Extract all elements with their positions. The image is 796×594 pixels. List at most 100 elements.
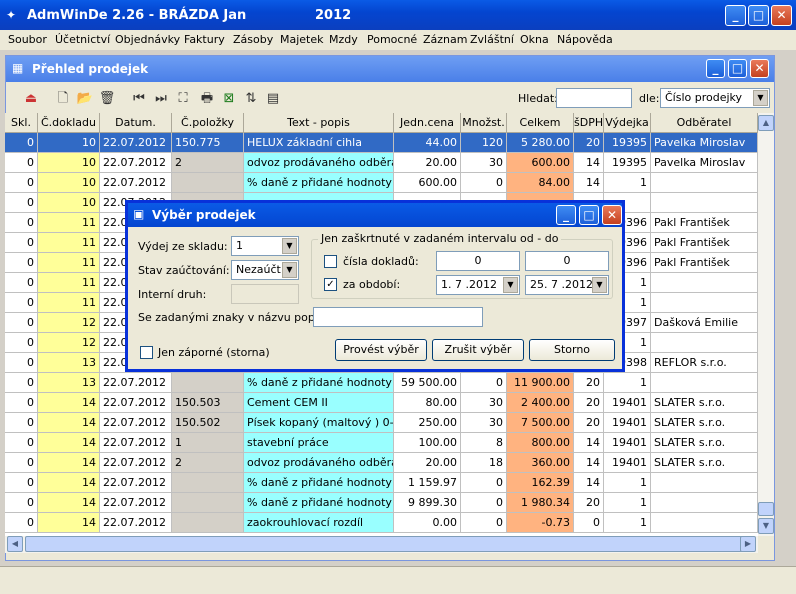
table-cell[interactable]: stavební práce — [244, 433, 394, 453]
table-cell[interactable] — [172, 373, 244, 393]
table-cell[interactable]: 20 — [574, 373, 604, 393]
docs-from-input[interactable]: 0 — [436, 251, 520, 271]
table-cell[interactable]: 14 — [574, 173, 604, 193]
export-excel-icon[interactable]: ⊠ — [220, 90, 238, 108]
table-cell[interactable]: zaokrouhlovací rozdíl — [244, 513, 394, 533]
storno-button[interactable]: Storno — [529, 339, 615, 361]
table-cell[interactable]: 11 — [38, 213, 100, 233]
table-cell[interactable]: 0 — [5, 313, 38, 333]
chevron-down-icon[interactable]: ▼ — [592, 277, 607, 293]
table-cell[interactable]: 20.00 — [394, 153, 461, 173]
table-cell[interactable]: 14 — [38, 453, 100, 473]
table-cell[interactable]: Pakl František — [651, 213, 758, 233]
table-cell[interactable]: 0 — [461, 493, 507, 513]
close-button[interactable]: ✕ — [771, 5, 792, 26]
table-cell[interactable]: 0 — [5, 433, 38, 453]
child-maximize-button[interactable]: □ — [728, 59, 747, 78]
table-cell[interactable]: 0 — [5, 133, 38, 153]
table-cell[interactable]: 150.502 — [172, 413, 244, 433]
table-cell[interactable]: % daně z přidané hodnoty z — [244, 493, 394, 513]
table-cell[interactable]: 0 — [5, 413, 38, 433]
print-icon[interactable]: 🖶 — [198, 90, 216, 108]
table-cell[interactable]: 360.00 — [507, 453, 574, 473]
table-cell[interactable]: 20 — [574, 413, 604, 433]
scroll-left-icon[interactable]: ◀ — [7, 536, 23, 552]
warehouse-select[interactable]: 1 ▼ — [231, 236, 299, 256]
table-cell[interactable]: 22.07.2012 — [100, 413, 172, 433]
table-cell[interactable]: 2 400.00 — [507, 393, 574, 413]
header-col-qty[interactable]: Množst. — [461, 113, 507, 133]
chevron-down-icon[interactable]: ▼ — [753, 90, 768, 106]
period-checkbox[interactable]: ✓ — [324, 278, 337, 291]
table-cell[interactable]: % daně z přidané hodnoty z — [244, 373, 394, 393]
table-cell[interactable]: 1 — [604, 373, 651, 393]
vertical-scrollbar[interactable]: ▲ ▼ — [758, 113, 774, 536]
table-cell[interactable]: 19401 — [604, 413, 651, 433]
header-col-issue[interactable]: Výdejka — [604, 113, 651, 133]
table-cell[interactable]: 11 900.00 — [507, 373, 574, 393]
table-cell[interactable]: 22.07.2012 — [100, 453, 172, 473]
table-cell[interactable]: HELUX základní cihla — [244, 133, 394, 153]
table-cell[interactable] — [651, 473, 758, 493]
dialog-minimize-button[interactable]: _ — [556, 205, 576, 225]
table-cell[interactable] — [172, 493, 244, 513]
chevron-down-icon[interactable]: ▼ — [282, 262, 297, 278]
table-cell[interactable]: 19401 — [604, 393, 651, 413]
table-cell[interactable]: 12 — [38, 333, 100, 353]
table-cell[interactable]: 162.39 — [507, 473, 574, 493]
table-cell[interactable]: SLATER s.r.o. — [651, 413, 758, 433]
state-select[interactable]: Nezaúčt. ▼ — [231, 260, 299, 280]
sort-icon[interactable]: ⇅ — [242, 90, 260, 108]
period-to-picker[interactable]: 25. 7 .2012 ▼ — [525, 275, 609, 295]
table-cell[interactable]: Pakl František — [651, 233, 758, 253]
header-col-price[interactable]: Jedn.cena — [394, 113, 461, 133]
table-cell[interactable]: Pakl František — [651, 253, 758, 273]
table-cell[interactable]: 44.00 — [394, 133, 461, 153]
table-cell[interactable]: odvoz prodávaného odběrateli — [244, 153, 394, 173]
table-cell[interactable]: 7 500.00 — [507, 413, 574, 433]
menu-mzdy[interactable]: Mzdy — [329, 33, 358, 46]
table-cell[interactable]: 120 — [461, 133, 507, 153]
table-cell[interactable]: 0 — [5, 293, 38, 313]
header-col-customer[interactable]: Odběratel — [651, 113, 758, 133]
table-cell[interactable]: 1 159.97 — [394, 473, 461, 493]
table-cell[interactable]: REFLOR s.r.o. — [651, 353, 758, 373]
table-cell[interactable]: 0 — [461, 173, 507, 193]
table-cell[interactable]: 0 — [5, 473, 38, 493]
table-cell[interactable]: 0 — [5, 273, 38, 293]
table-cell[interactable] — [651, 173, 758, 193]
table-cell[interactable]: 0 — [5, 153, 38, 173]
header-col-vat[interactable]: šDPH — [574, 113, 604, 133]
scroll-down-icon[interactable]: ▼ — [758, 518, 774, 534]
table-cell[interactable]: 150.775 — [172, 133, 244, 153]
period-from-picker[interactable]: 1. 7 .2012 ▼ — [436, 275, 520, 295]
table-cell[interactable]: 0 — [5, 253, 38, 273]
table-cell[interactable]: 14 — [574, 473, 604, 493]
hscroll-thumb[interactable] — [25, 536, 745, 552]
table-cell[interactable]: 0 — [461, 373, 507, 393]
table-cell[interactable]: 10 — [38, 173, 100, 193]
scroll-up-icon[interactable]: ▲ — [758, 115, 774, 131]
table-cell[interactable]: 0.00 — [394, 513, 461, 533]
table-cell[interactable]: 8 — [461, 433, 507, 453]
table-cell[interactable]: 11 — [38, 273, 100, 293]
table-cell[interactable]: 30 — [461, 413, 507, 433]
menu-pomocne[interactable]: Pomocné — [367, 33, 417, 46]
header-col-total[interactable]: Celkem — [507, 113, 574, 133]
menu-objednavky[interactable]: Objednávky — [115, 33, 180, 46]
table-cell[interactable]: 11 — [38, 233, 100, 253]
table-cell[interactable]: 19395 — [604, 133, 651, 153]
table-cell[interactable]: 22.07.2012 — [100, 373, 172, 393]
table-cell[interactable] — [172, 173, 244, 193]
table-cell[interactable]: 14 — [574, 153, 604, 173]
table-cell[interactable]: 13 — [38, 353, 100, 373]
header-col-item[interactable]: Č.položky — [172, 113, 244, 133]
table-cell[interactable] — [651, 333, 758, 353]
table-cell[interactable] — [651, 373, 758, 393]
fit-icon[interactable]: ⛶ — [174, 90, 192, 108]
table-cell[interactable]: 0 — [5, 513, 38, 533]
table-cell[interactable]: 14 — [38, 433, 100, 453]
table-cell[interactable]: 59 500.00 — [394, 373, 461, 393]
table-cell[interactable]: 0 — [5, 173, 38, 193]
desc-input[interactable] — [313, 307, 483, 327]
